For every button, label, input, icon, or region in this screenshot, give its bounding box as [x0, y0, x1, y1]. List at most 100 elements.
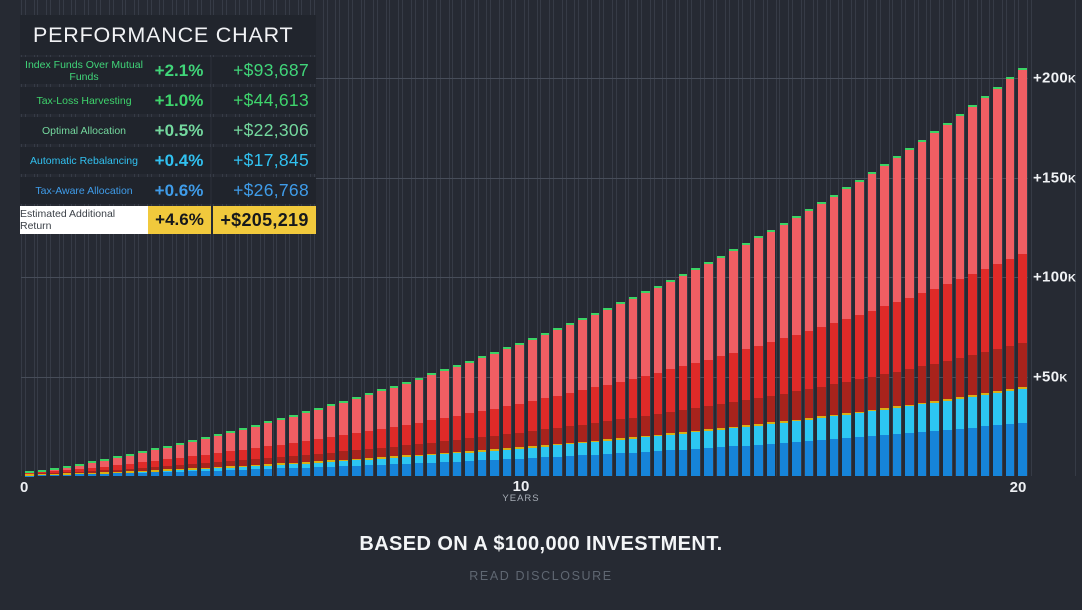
- chart-bar[interactable]: [201, 437, 210, 476]
- chart-bar[interactable]: [264, 421, 273, 476]
- chart-bar[interactable]: [830, 195, 839, 476]
- chart-bar[interactable]: [780, 223, 789, 476]
- segment-tax-loss-harvesting: [1018, 254, 1027, 343]
- segment-tax-aware-allocation: [541, 457, 550, 476]
- chart-bar[interactable]: [453, 365, 462, 476]
- chart-bar[interactable]: [578, 318, 587, 476]
- chart-bar[interactable]: [365, 393, 374, 476]
- chart-bar[interactable]: [339, 401, 348, 476]
- gridline-vertical: [1031, 0, 1032, 476]
- chart-bar[interactable]: [641, 291, 650, 476]
- chart-bar[interactable]: [679, 274, 688, 476]
- chart-bar[interactable]: [515, 343, 524, 476]
- chart-bar[interactable]: [805, 209, 814, 476]
- legend-row-amount: +$17,845: [212, 150, 316, 171]
- chart-bar[interactable]: [956, 114, 965, 476]
- chart-bar[interactable]: [855, 180, 864, 476]
- chart-bar[interactable]: [138, 451, 147, 476]
- chart-bar[interactable]: [1018, 68, 1027, 476]
- chart-bar[interactable]: [214, 434, 223, 476]
- chart-bar[interactable]: [616, 302, 625, 476]
- chart-bar[interactable]: [100, 459, 109, 476]
- segment-index-funds: [365, 395, 374, 431]
- chart-bar[interactable]: [654, 286, 663, 476]
- chart-bar[interactable]: [239, 428, 248, 476]
- summary-percent: +4.6%: [148, 206, 211, 234]
- segment-tax-aware-allocation: [679, 450, 688, 476]
- chart-bar[interactable]: [390, 386, 399, 476]
- chart-bar[interactable]: [327, 404, 336, 476]
- chart-bar[interactable]: [314, 408, 323, 476]
- chart-bar[interactable]: [629, 297, 638, 476]
- chart-bar[interactable]: [151, 448, 160, 476]
- chart-bar[interactable]: [465, 361, 474, 476]
- chart-bar[interactable]: [742, 243, 751, 476]
- read-disclosure-link[interactable]: READ DISCLOSURE: [0, 569, 1082, 583]
- chart-bar[interactable]: [503, 347, 512, 476]
- chart-bar[interactable]: [528, 338, 537, 476]
- chart-bar[interactable]: [176, 443, 185, 476]
- chart-bar[interactable]: [553, 328, 562, 476]
- chart-bar[interactable]: [277, 418, 286, 476]
- chart-bar[interactable]: [490, 352, 499, 476]
- chart-bar[interactable]: [1006, 77, 1015, 476]
- chart-bar[interactable]: [50, 468, 59, 476]
- chart-bar[interactable]: [603, 308, 612, 476]
- segment-tax-aware-allocation: [427, 463, 436, 476]
- chart-bar[interactable]: [478, 356, 487, 476]
- segment-index-funds: [578, 320, 587, 390]
- chart-bar[interactable]: [289, 415, 298, 476]
- chart-bar[interactable]: [188, 440, 197, 476]
- chart-bar[interactable]: [792, 216, 801, 476]
- segment-tax-loss-harvesting: [905, 298, 914, 369]
- chart-bar[interactable]: [75, 464, 84, 476]
- chart-bar[interactable]: [163, 446, 172, 476]
- chart-bar[interactable]: [981, 96, 990, 476]
- chart-bar[interactable]: [251, 425, 260, 477]
- chart-bar[interactable]: [930, 131, 939, 476]
- segment-automatic-rebalancing: [981, 395, 990, 426]
- segment-tax-loss-harvesting: [629, 379, 638, 418]
- chart-bar[interactable]: [905, 148, 914, 476]
- gridline-vertical: [662, 0, 663, 476]
- chart-bar[interactable]: [868, 172, 877, 476]
- chart-bar[interactable]: [754, 236, 763, 476]
- chart-bar[interactable]: [415, 378, 424, 476]
- chart-bar[interactable]: [880, 164, 889, 476]
- chart-bar[interactable]: [943, 123, 952, 476]
- chart-bar[interactable]: [704, 262, 713, 476]
- chart-bar[interactable]: [817, 202, 826, 476]
- chart-bar[interactable]: [729, 249, 738, 476]
- segment-index-funds: [780, 225, 789, 339]
- chart-bar[interactable]: [541, 333, 550, 476]
- chart-bar[interactable]: [767, 230, 776, 476]
- chart-bar[interactable]: [691, 268, 700, 476]
- chart-bar[interactable]: [440, 369, 449, 476]
- chart-bar[interactable]: [893, 156, 902, 476]
- chart-bar[interactable]: [377, 389, 386, 476]
- chart-bar[interactable]: [842, 187, 851, 476]
- legend-row-percent: +0.4%: [148, 151, 210, 171]
- chart-bar[interactable]: [566, 323, 575, 476]
- segment-optimal-allocation: [302, 455, 311, 462]
- chart-bar[interactable]: [427, 373, 436, 476]
- chart-bar[interactable]: [126, 454, 135, 476]
- segment-tax-loss-harvesting: [427, 420, 436, 442]
- chart-bar[interactable]: [717, 256, 726, 476]
- chart-bar[interactable]: [226, 431, 235, 476]
- chart-bar[interactable]: [352, 397, 361, 476]
- chart-bar[interactable]: [63, 466, 72, 476]
- segment-index-funds: [880, 166, 889, 306]
- chart-bar[interactable]: [302, 411, 311, 476]
- chart-bar[interactable]: [968, 105, 977, 476]
- chart-bar[interactable]: [402, 382, 411, 476]
- chart-bar[interactable]: [918, 140, 927, 476]
- chart-bar[interactable]: [591, 313, 600, 476]
- chart-bar[interactable]: [113, 456, 122, 476]
- chart-bar[interactable]: [88, 461, 97, 476]
- chart-bar[interactable]: [993, 87, 1002, 476]
- legend-row: Tax-Aware Allocation+0.6%+$26,768: [20, 177, 316, 204]
- chart-bar[interactable]: [666, 280, 675, 476]
- segment-tax-loss-harvesting: [717, 356, 726, 404]
- segment-optimal-allocation: [365, 449, 374, 458]
